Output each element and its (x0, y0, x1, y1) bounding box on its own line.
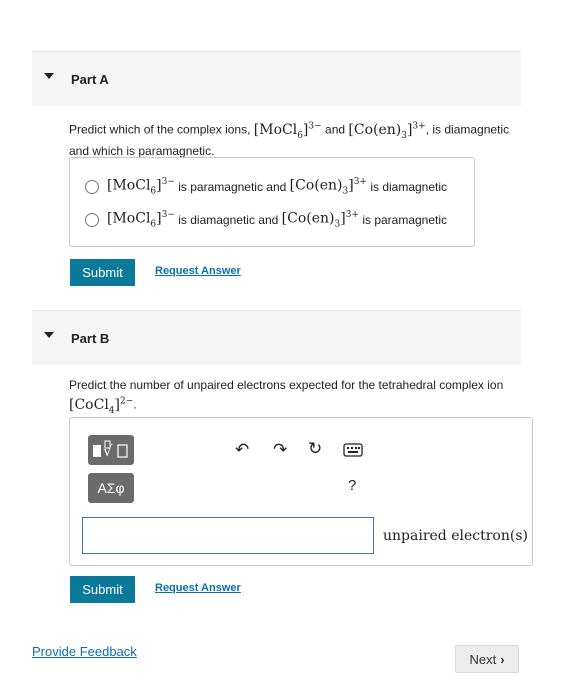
unit-label: unpaired electron(s) (383, 528, 528, 544)
keyboard-icon[interactable] (343, 442, 363, 462)
redo-icon[interactable]: ↷ (273, 440, 287, 460)
templates-icon: √ (93, 440, 128, 460)
templates-button[interactable]: √ (88, 435, 134, 465)
radio-button[interactable] (85, 179, 99, 194)
provide-feedback-link[interactable]: Provide Feedback (32, 644, 137, 659)
part-a-options: [MoCl6]3− is paramagnetic and [Co(en)3]3… (69, 157, 475, 247)
option-2-end: is paramagnetic (362, 212, 448, 227)
part-a-request-answer-link[interactable]: Request Answer (155, 265, 241, 277)
part-a-header[interactable]: Part A (32, 51, 521, 106)
chevron-right-icon: › (500, 651, 505, 667)
part-b-answer-box: √ ΑΣφ ↶ ↷ ↻ ? unpaired electron(s) (69, 417, 533, 566)
next-button[interactable]: Next › (455, 645, 519, 673)
part-a-question: Predict which of the complex ions, [MoCl… (69, 121, 510, 159)
option-2[interactable]: [MoCl6]3− is diamagnetic and [Co(en)3]3+… (85, 210, 447, 229)
option-1-end: is diamagnetic (370, 179, 448, 194)
part-b-title: Part B (71, 330, 110, 346)
part-b-request-answer-link[interactable]: Request Answer (155, 582, 241, 594)
reset-icon[interactable]: ↻ (308, 439, 322, 459)
greek-symbols-button[interactable]: ΑΣφ (88, 473, 134, 503)
part-b-question: Predict the number of unpaired electrons… (69, 378, 504, 416)
option-1-mid: is paramagnetic and (178, 179, 287, 194)
unpaired-electrons-input[interactable] (82, 517, 374, 554)
collapse-triangle-icon (44, 73, 54, 79)
help-icon[interactable]: ? (348, 477, 356, 494)
undo-icon[interactable]: ↶ (235, 440, 249, 460)
radio-button[interactable] (85, 212, 99, 227)
part-b-header[interactable]: Part B (32, 310, 521, 365)
part-a-title: Part A (71, 71, 109, 87)
part-a-submit-button[interactable]: Submit (70, 259, 135, 286)
collapse-triangle-icon (44, 332, 54, 338)
part-b-submit-button[interactable]: Submit (70, 576, 135, 603)
option-1[interactable]: [MoCl6]3− is paramagnetic and [Co(en)3]3… (85, 177, 447, 196)
option-2-mid: is diamagnetic and (178, 212, 279, 227)
